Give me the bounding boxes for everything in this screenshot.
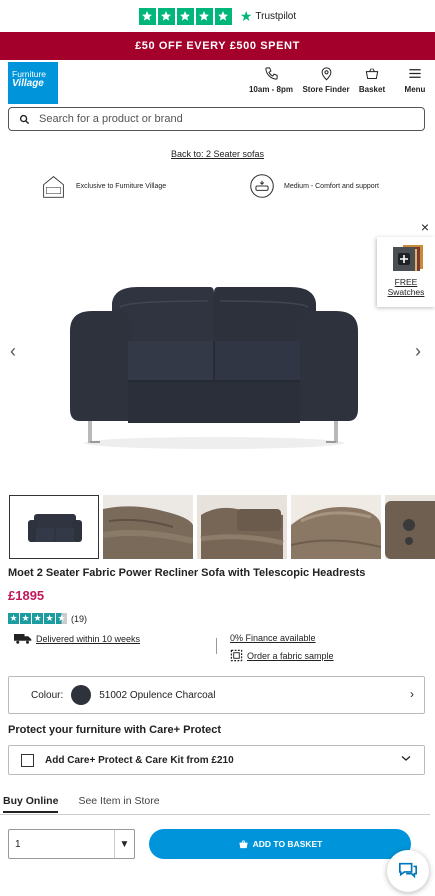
fabric-sample-text: Order a fabric sample	[247, 650, 334, 661]
trustpilot-logo: ★ Trustpilot	[240, 9, 296, 23]
basket-icon	[365, 68, 379, 79]
protect-heading: Protect your furniture with Care+ Protec…	[8, 724, 222, 736]
review-count[interactable]: (19)	[71, 614, 87, 624]
info-divider	[216, 638, 217, 654]
dropdown-arrow-icon[interactable]: ▼	[114, 830, 134, 858]
swatch-label-line2: Swatches	[387, 287, 425, 298]
promo-banner[interactable]: £50 OFF EVERY £500 SPENT	[0, 32, 435, 60]
thumbnail-front[interactable]	[9, 495, 99, 559]
comfort-cushion-icon	[250, 174, 274, 198]
phone-icon	[264, 67, 278, 80]
live-chat-button[interactable]	[387, 850, 429, 892]
colour-selector[interactable]: Colour: 51002 Opulence Charcoal ›	[8, 676, 425, 714]
colour-label: Colour:	[31, 689, 64, 701]
search-bar	[8, 107, 425, 131]
free-swatches-tab[interactable]: FREE Swatches	[377, 237, 435, 307]
delivery-link[interactable]: Delivered within 10 weeks	[14, 633, 140, 644]
star-icon	[214, 7, 232, 25]
quantity-value: 1	[15, 838, 21, 850]
thumbnail-arm-detail[interactable]	[291, 495, 381, 559]
rating-stars: ★ ★ ★ ★ ★	[8, 613, 67, 624]
chevron-right-icon: ›	[410, 687, 414, 701]
trustpilot-bar[interactable]: ★ Trustpilot	[0, 0, 435, 32]
finance-link[interactable]: 0% Finance available	[230, 633, 316, 643]
search-icon[interactable]	[19, 114, 30, 125]
opening-hours-button[interactable]: 10am - 8pm	[247, 66, 295, 94]
finance-text: 0% Finance available	[230, 633, 316, 643]
star-icon: ★	[32, 613, 43, 624]
basket-icon	[239, 839, 248, 849]
delivery-text: Delivered within 10 weeks	[36, 633, 141, 644]
store-finder-button[interactable]: Store Finder	[301, 66, 351, 94]
fabric-sample-link[interactable]: Order a fabric sample	[230, 649, 334, 662]
trustpilot-label: Trustpilot	[255, 10, 297, 22]
location-pin-icon	[321, 67, 331, 81]
free-swatches-label: FREE Swatches	[388, 277, 425, 297]
product-features: Exclusive to Furniture Village Medium - …	[0, 169, 435, 209]
swatch-label-line1: FREE	[394, 277, 418, 287]
product-rating[interactable]: ★ ★ ★ ★ ★ (19)	[8, 613, 435, 624]
delivery-finance-info: Delivered within 10 weeks 0% Finance ava…	[0, 632, 435, 676]
add-to-basket-label: ADD TO BASKET	[252, 839, 323, 849]
half-star-icon: ★	[56, 613, 67, 624]
star-icon	[157, 7, 175, 25]
hours-label: 10am - 8pm	[248, 85, 294, 94]
add-to-basket-button[interactable]: ADD TO BASKET	[149, 829, 411, 859]
feature-exclusive-text: Exclusive to Furniture Village	[76, 183, 167, 190]
product-price: £1895	[8, 588, 45, 603]
tab-see-in-store[interactable]: See Item in Store	[78, 795, 159, 814]
buy-row: 1 ▼ ADD TO BASKET	[0, 829, 435, 859]
delivery-truck-icon	[14, 634, 32, 644]
care-protect-option[interactable]: Add Care+ Protect & Care Kit from £210	[8, 745, 425, 775]
star-icon	[176, 7, 194, 25]
sofa-main-image[interactable]	[68, 283, 360, 455]
care-protect-checkbox[interactable]	[21, 753, 34, 767]
product-gallery: × FREE Swatches ‹ ›	[0, 213, 435, 495]
feature-exclusive: Exclusive to Furniture Village	[40, 173, 166, 200]
basket-button[interactable]: Basket	[355, 66, 389, 94]
menu-label: Menu	[404, 85, 426, 94]
trustpilot-stars	[138, 7, 232, 25]
star-icon: ★	[8, 613, 19, 624]
star-icon: ★	[20, 613, 31, 624]
thumbnail-strip	[0, 495, 435, 559]
fabric-swatches-image	[387, 243, 425, 273]
trustpilot-star-icon: ★	[239, 8, 253, 24]
care-protect-label: Add Care+ Protect & Care Kit from £210	[45, 754, 234, 766]
furniture-village-logo[interactable]: Furniture Village	[8, 62, 58, 104]
site-header: Furniture Village 10am - 8pm Store Finde…	[0, 60, 435, 106]
purchase-tabs: Buy Online See Item in Store	[0, 795, 430, 815]
back-to-category-link[interactable]: Back to: 2 Seater sofas	[0, 149, 435, 161]
next-image-arrow-icon[interactable]: ›	[415, 341, 421, 362]
star-icon	[195, 7, 213, 25]
logo-line2: Village	[12, 77, 44, 89]
colour-value: 51002 Opulence Charcoal	[99, 689, 216, 701]
thumbnail-headrest-detail-1[interactable]	[103, 495, 193, 559]
exclusive-house-icon	[43, 176, 64, 198]
chevron-down-icon[interactable]	[400, 752, 412, 764]
promo-text: £50 OFF EVERY £500 SPENT	[135, 40, 300, 52]
store-finder-label: Store Finder	[302, 85, 350, 94]
tab-buy-online[interactable]: Buy Online	[3, 795, 59, 813]
hamburger-icon	[409, 69, 421, 78]
thumbnail-recline-control[interactable]	[385, 495, 435, 559]
product-title: Moet 2 Seater Fabric Power Recliner Sofa…	[8, 567, 366, 579]
basket-label: Basket	[358, 85, 386, 94]
thumbnail-headrest-detail-2[interactable]	[197, 495, 287, 559]
search-input[interactable]	[39, 113, 424, 125]
feature-comfort: Medium - Comfort and support	[249, 173, 379, 199]
star-icon	[138, 7, 156, 25]
chat-icon	[399, 862, 417, 879]
fabric-sample-icon	[230, 649, 243, 662]
menu-button[interactable]: Menu	[403, 66, 427, 94]
prev-image-arrow-icon[interactable]: ‹	[10, 341, 16, 362]
feature-comfort-text: Medium - Comfort and support	[284, 182, 379, 190]
close-icon[interactable]: ×	[421, 219, 429, 235]
quantity-select[interactable]: 1 ▼	[8, 829, 135, 859]
colour-swatch	[71, 685, 92, 705]
star-icon: ★	[44, 613, 55, 624]
